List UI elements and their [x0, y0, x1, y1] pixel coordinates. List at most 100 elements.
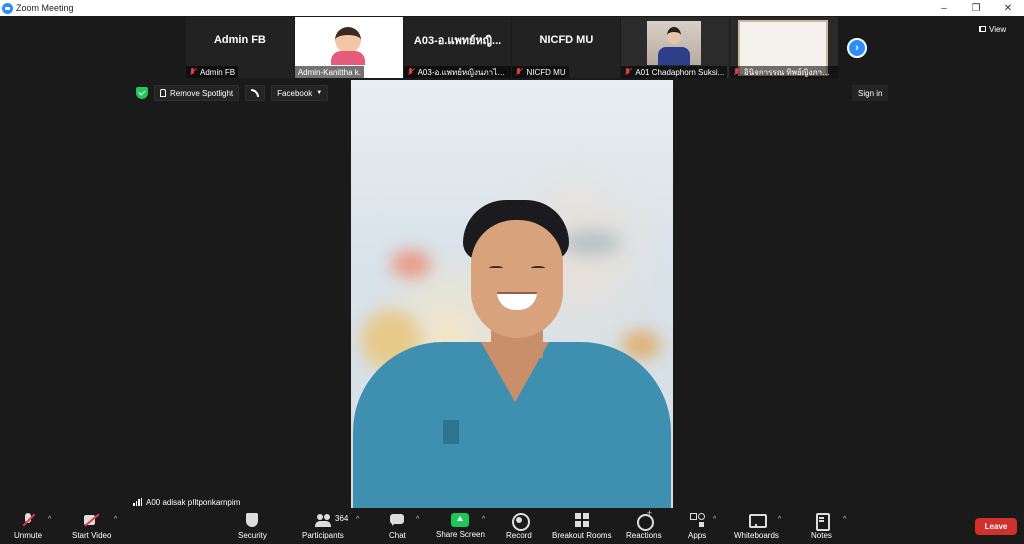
- window-controls: – ❐ ✕: [928, 0, 1024, 16]
- chat-bubble-icon: [389, 512, 405, 528]
- cartoon-avatar-body: [330, 51, 365, 65]
- video-off-icon: [83, 512, 100, 528]
- close-button[interactable]: ✕: [992, 0, 1024, 16]
- chat-options-caret[interactable]: ^: [416, 516, 424, 523]
- unmute-button[interactable]: Unmute: [14, 512, 42, 542]
- mic-muted-icon: [733, 68, 741, 76]
- background-blur-blob: [391, 250, 431, 278]
- signal-bars-icon: [133, 498, 142, 506]
- audio-options-caret[interactable]: ^: [48, 516, 56, 523]
- participants-icon: [314, 512, 331, 528]
- mic-muted-icon: [20, 512, 36, 528]
- stream-target-label: Facebook: [277, 88, 313, 98]
- live-stream-button[interactable]: [245, 85, 266, 101]
- record-icon: [511, 512, 530, 531]
- security-button[interactable]: Security: [238, 512, 267, 542]
- speaker-eye: [531, 266, 545, 270]
- encryption-shield-icon[interactable]: [136, 87, 148, 99]
- speaker-face: [471, 220, 563, 338]
- participant-label-text: Admin-Kanittha k.: [297, 67, 361, 77]
- restore-button[interactable]: ❐: [960, 0, 992, 16]
- participant-label-text: อินิจการรณ ทิพย์ญิงภาพร...: [743, 67, 835, 77]
- record-button[interactable]: Record: [506, 512, 532, 542]
- participant-video: [647, 21, 702, 65]
- participant-label-text: A01 Chadaphorn Suksi...: [635, 67, 725, 77]
- share-screen-label: Share Screen: [436, 530, 485, 539]
- whiteboards-button[interactable]: Whiteboards: [734, 512, 779, 542]
- video-options-caret[interactable]: ^: [114, 516, 122, 523]
- cartoon-avatar-face: [334, 27, 361, 53]
- remove-spotlight-label: Remove Spotlight: [170, 88, 234, 98]
- participant-label: อินิจการรณ ทิพย์ญิงภาพร...: [730, 66, 838, 78]
- participant-label-text: Admin FB: [200, 67, 236, 77]
- apps-options-caret[interactable]: ^: [713, 516, 721, 523]
- active-speaker-label: A00 adisak pIltponkarnpim: [130, 496, 244, 508]
- participant-label: A01 Chadaphorn Suksi...: [621, 66, 728, 78]
- whiteboard-icon: [748, 512, 768, 528]
- participant-label-text: NICFD MU: [526, 67, 566, 77]
- security-label: Security: [238, 531, 267, 540]
- pin-icon: [160, 89, 166, 97]
- spotlight-toolbar: Remove Spotlight Facebook ▼: [136, 85, 329, 101]
- participant-count-badge: 364: [335, 514, 349, 523]
- participant-display-name: NICFD MU: [539, 34, 594, 46]
- stream-target-dropdown[interactable]: Facebook ▼: [271, 85, 329, 101]
- whiteboards-options-caret[interactable]: ^: [778, 516, 786, 523]
- security-shield-icon: [244, 512, 260, 528]
- apps-button[interactable]: Apps: [688, 512, 706, 542]
- scrubs-pocket: [443, 420, 459, 444]
- speaker-smile: [497, 292, 537, 310]
- notes-label: Notes: [811, 531, 832, 540]
- apps-icon: [689, 512, 706, 528]
- active-speaker-video: [351, 80, 673, 508]
- next-page-button[interactable]: ›: [847, 38, 867, 58]
- participant-gallery-strip: Admin FB Admin FB Admin-Kanittha k. A03-…: [186, 17, 838, 78]
- minimize-button[interactable]: –: [928, 0, 960, 16]
- share-screen-icon: [451, 513, 470, 527]
- participant-tile[interactable]: Admin-Kanittha k.: [294, 17, 403, 78]
- participants-label: Participants: [302, 531, 344, 540]
- speaker-scrubs: [353, 342, 671, 508]
- chat-button[interactable]: Chat: [389, 512, 406, 542]
- share-screen-button[interactable]: Share Screen: [436, 512, 485, 542]
- participant-label: Admin FB: [186, 66, 239, 78]
- notes-button[interactable]: Notes: [811, 512, 832, 542]
- sign-in-button[interactable]: Sign in: [852, 85, 889, 101]
- mic-muted-icon: [515, 68, 523, 76]
- start-video-button[interactable]: Start Video: [72, 512, 111, 542]
- broadcast-icon: [251, 89, 260, 97]
- remove-spotlight-button[interactable]: Remove Spotlight: [154, 85, 240, 101]
- share-options-caret[interactable]: ^: [482, 516, 490, 523]
- mic-muted-icon: [624, 68, 632, 76]
- start-video-label: Start Video: [72, 531, 112, 540]
- speaker-eye: [489, 266, 503, 270]
- participant-label: NICFD MU: [512, 66, 569, 78]
- participants-options-caret[interactable]: ^: [356, 516, 364, 523]
- view-button[interactable]: View: [979, 22, 1006, 36]
- participant-tile[interactable]: อินิจการรณ ทิพย์ญิงภาพร...: [730, 17, 838, 78]
- participant-tile[interactable]: A03-อ.แพทย์หญิ... A03-อ.แพทย์หญิงนภาไพ..…: [403, 17, 512, 78]
- participant-tile[interactable]: NICFD MU NICFD MU: [512, 17, 621, 78]
- participant-label-text: A03-อ.แพทย์หญิงนภาไพ...: [417, 67, 509, 77]
- participant-label: A03-อ.แพทย์หญิงนภาไพ...: [403, 66, 512, 78]
- reactions-button[interactable]: Reactions: [626, 508, 662, 542]
- breakout-rooms-button[interactable]: Breakout Rooms: [552, 512, 612, 542]
- participant-shirt: [658, 47, 691, 65]
- leave-button[interactable]: Leave: [975, 518, 1017, 535]
- participant-display-name: Admin FB: [213, 34, 266, 46]
- meeting-controls-toolbar: Unmute ^ Start Video ^ Security Particip…: [0, 508, 1024, 544]
- background-blur-blob: [561, 230, 621, 256]
- shared-slide-header: [299, 19, 399, 27]
- chat-label: Chat: [389, 531, 406, 540]
- participant-display-name: A03-อ.แพทย์หญิ...: [413, 35, 502, 47]
- reactions-label: Reactions: [626, 531, 662, 540]
- apps-label: Apps: [688, 531, 707, 540]
- mic-muted-icon: [407, 68, 415, 76]
- breakout-rooms-icon: [574, 512, 590, 528]
- notes-options-caret[interactable]: ^: [843, 516, 851, 523]
- chevron-down-icon: ▼: [316, 90, 323, 96]
- participant-tile[interactable]: Admin FB Admin FB: [186, 17, 294, 78]
- view-label: View: [989, 24, 1007, 34]
- title-bar: Zoom Meeting – ❐ ✕: [0, 0, 1024, 16]
- participant-tile[interactable]: A01 Chadaphorn Suksi...: [621, 17, 730, 78]
